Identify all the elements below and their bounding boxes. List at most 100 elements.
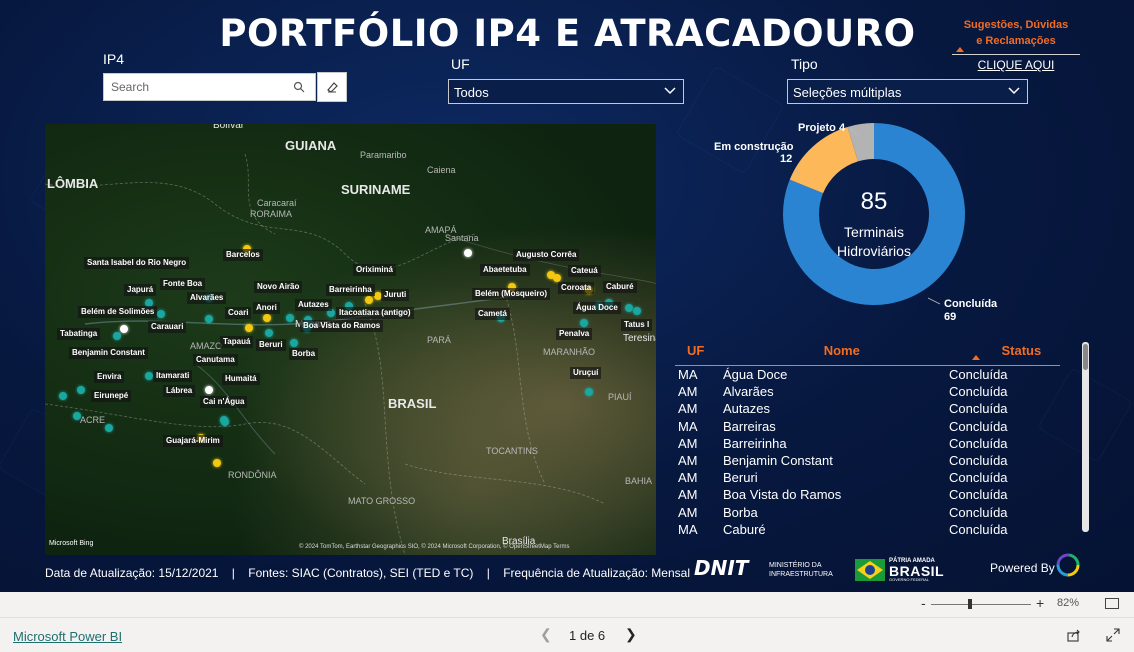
map-marker[interactable]: [157, 310, 165, 318]
map-marker[interactable]: [59, 392, 67, 400]
map-place-label[interactable]: Santa Isabel do Rio Negro: [84, 257, 190, 269]
map-place-label[interactable]: Tabatinga: [57, 328, 101, 340]
zoom-slider-thumb[interactable]: [968, 599, 972, 609]
map-marker[interactable]: [205, 315, 213, 323]
search-icon[interactable]: [293, 81, 305, 93]
map-marker[interactable]: [580, 319, 588, 327]
map-place-label[interactable]: Autazes: [295, 299, 332, 311]
map-place-label[interactable]: Barcelos: [223, 249, 263, 261]
table-row[interactable]: MA Barreiras Concluída: [675, 418, 1060, 435]
map-place-label[interactable]: Japurá: [124, 284, 157, 296]
map-place-label[interactable]: Penalva: [556, 328, 593, 340]
table-row[interactable]: AM Autazes Concluída: [675, 400, 1060, 417]
table-row[interactable]: AM Benjamin Constant Concluída: [675, 452, 1060, 469]
column-header-status[interactable]: Status: [970, 340, 1061, 365]
map-place-label[interactable]: Fonte Boa: [160, 278, 206, 290]
map-place-label[interactable]: Tatus I: [621, 319, 653, 331]
map-place-label[interactable]: Uruçuí: [570, 367, 602, 379]
map-marker[interactable]: [286, 314, 294, 322]
map-marker[interactable]: [464, 249, 472, 257]
uf-dropdown[interactable]: Todos: [448, 79, 684, 104]
map-marker[interactable]: [213, 459, 221, 467]
map-place-label[interactable]: Coroata: [558, 282, 595, 294]
table-row[interactable]: AM Barreirinha Concluída: [675, 435, 1060, 452]
column-header-uf[interactable]: UF: [675, 340, 714, 365]
map-place-label[interactable]: Cateuá: [568, 265, 601, 277]
zoom-slider-track[interactable]: [931, 604, 1031, 605]
table-row[interactable]: AM Boa Vista do Ramos Concluída: [675, 486, 1060, 503]
map-place-label[interactable]: Boa Vista do Ramos: [300, 320, 384, 332]
map-place-label[interactable]: Itamarati: [153, 370, 193, 382]
feedback-link[interactable]: CLIQUE AQUI: [952, 58, 1080, 72]
map-place-label[interactable]: Caburé: [603, 281, 637, 293]
map-place-label[interactable]: Água Doce: [573, 302, 621, 314]
fit-to-page-icon[interactable]: [1105, 598, 1119, 609]
map-marker[interactable]: [73, 412, 81, 420]
map-marker[interactable]: [625, 304, 633, 312]
ip4-search-input[interactable]: [104, 74, 284, 100]
map-attribution[interactable]: © 2024 TomTom, Earthstar Geographics SIO…: [299, 544, 570, 550]
map-marker[interactable]: [265, 329, 273, 337]
map-place-label[interactable]: Juruti: [381, 289, 410, 301]
map-place-label[interactable]: Barreirinha: [326, 284, 375, 296]
map-place-label[interactable]: Belém (Mosqueiro): [472, 288, 551, 300]
map-visual[interactable]: Bolívar GUIANA Paramaribo Caiena LÔMBIA SURIN…: [45, 124, 656, 555]
map-marker[interactable]: [585, 388, 593, 396]
previous-page-button[interactable]: ❮: [540, 626, 552, 643]
map-place-label[interactable]: Itacoatiara (antigo): [336, 307, 414, 319]
map-marker[interactable]: [553, 274, 561, 282]
clear-filter-button[interactable]: [317, 72, 347, 102]
scrollbar-thumb[interactable]: [1083, 344, 1088, 370]
tipo-dropdown[interactable]: Seleções múltiplas: [787, 79, 1028, 104]
map-place-label[interactable]: Oriximiná: [353, 264, 396, 276]
map-place-label[interactable]: Belém de Solimões: [78, 306, 158, 318]
map-marker[interactable]: [245, 324, 253, 332]
table-row[interactable]: MA Água Doce Concluída: [675, 366, 1060, 383]
map-place-label[interactable]: Borba: [289, 348, 319, 360]
map-place-label[interactable]: Cai n'Água: [200, 396, 248, 408]
map-place-label[interactable]: Coari: [225, 307, 252, 319]
table-row[interactable]: AM Borba Concluída: [675, 504, 1060, 521]
fullscreen-icon[interactable]: [1106, 628, 1120, 642]
map-place-label[interactable]: Beruri: [256, 339, 286, 351]
map-place-label[interactable]: Alvarães: [187, 292, 227, 304]
column-header-nome[interactable]: Nome: [714, 340, 970, 365]
donut-slice-em-construcao[interactable]: [789, 126, 858, 194]
table-row[interactable]: MA Caburé Concluída: [675, 521, 1060, 538]
map-place-label[interactable]: Envira: [94, 371, 125, 383]
map-place-label[interactable]: Benjamin Constant: [69, 347, 148, 359]
map-marker[interactable]: [113, 332, 121, 340]
map-place-label[interactable]: Cametá: [475, 308, 510, 320]
table-row[interactable]: AM Beruri Concluída: [675, 469, 1060, 486]
map-place-label[interactable]: Eirunepé: [91, 390, 132, 402]
map-place-label[interactable]: Tapauá: [220, 336, 254, 348]
map-place-label[interactable]: Abaetetuba: [480, 264, 530, 276]
map-marker[interactable]: [633, 307, 641, 315]
map-place-label[interactable]: Carauari: [148, 321, 187, 333]
map-place-label[interactable]: Canutama: [193, 354, 238, 366]
table-row[interactable]: AM Alvarães Concluída: [675, 383, 1060, 400]
zoom-in-button[interactable]: +: [1036, 595, 1044, 611]
map-place-label[interactable]: Lábrea: [163, 385, 196, 397]
map-place-label[interactable]: Guajará-Mirim: [163, 435, 223, 447]
map-place-label[interactable]: Novo Airão: [254, 281, 303, 293]
map-marker[interactable]: [263, 314, 271, 322]
map-marker[interactable]: [145, 372, 153, 380]
map-place-label[interactable]: Augusto Corrêa: [513, 249, 580, 261]
zoom-out-button[interactable]: -: [921, 595, 926, 611]
map-marker[interactable]: [365, 296, 373, 304]
map-marker[interactable]: [205, 386, 213, 394]
map-place-label[interactable]: Anori: [253, 302, 280, 314]
map-marker[interactable]: [221, 418, 229, 426]
map-place-label[interactable]: Humaitá: [222, 373, 260, 385]
table-cell-nome: Barreiras: [723, 418, 776, 434]
map-marker[interactable]: [290, 339, 298, 347]
table-scrollbar[interactable]: [1082, 342, 1089, 532]
map-marker[interactable]: [77, 386, 85, 394]
table-cell-nome: Alvarães: [723, 384, 774, 400]
share-icon[interactable]: [1067, 628, 1081, 642]
powerbi-link[interactable]: Microsoft Power BI: [13, 629, 122, 644]
map-marker[interactable]: [105, 424, 113, 432]
next-page-button[interactable]: ❯: [625, 626, 637, 643]
map-marker[interactable]: [120, 325, 128, 333]
